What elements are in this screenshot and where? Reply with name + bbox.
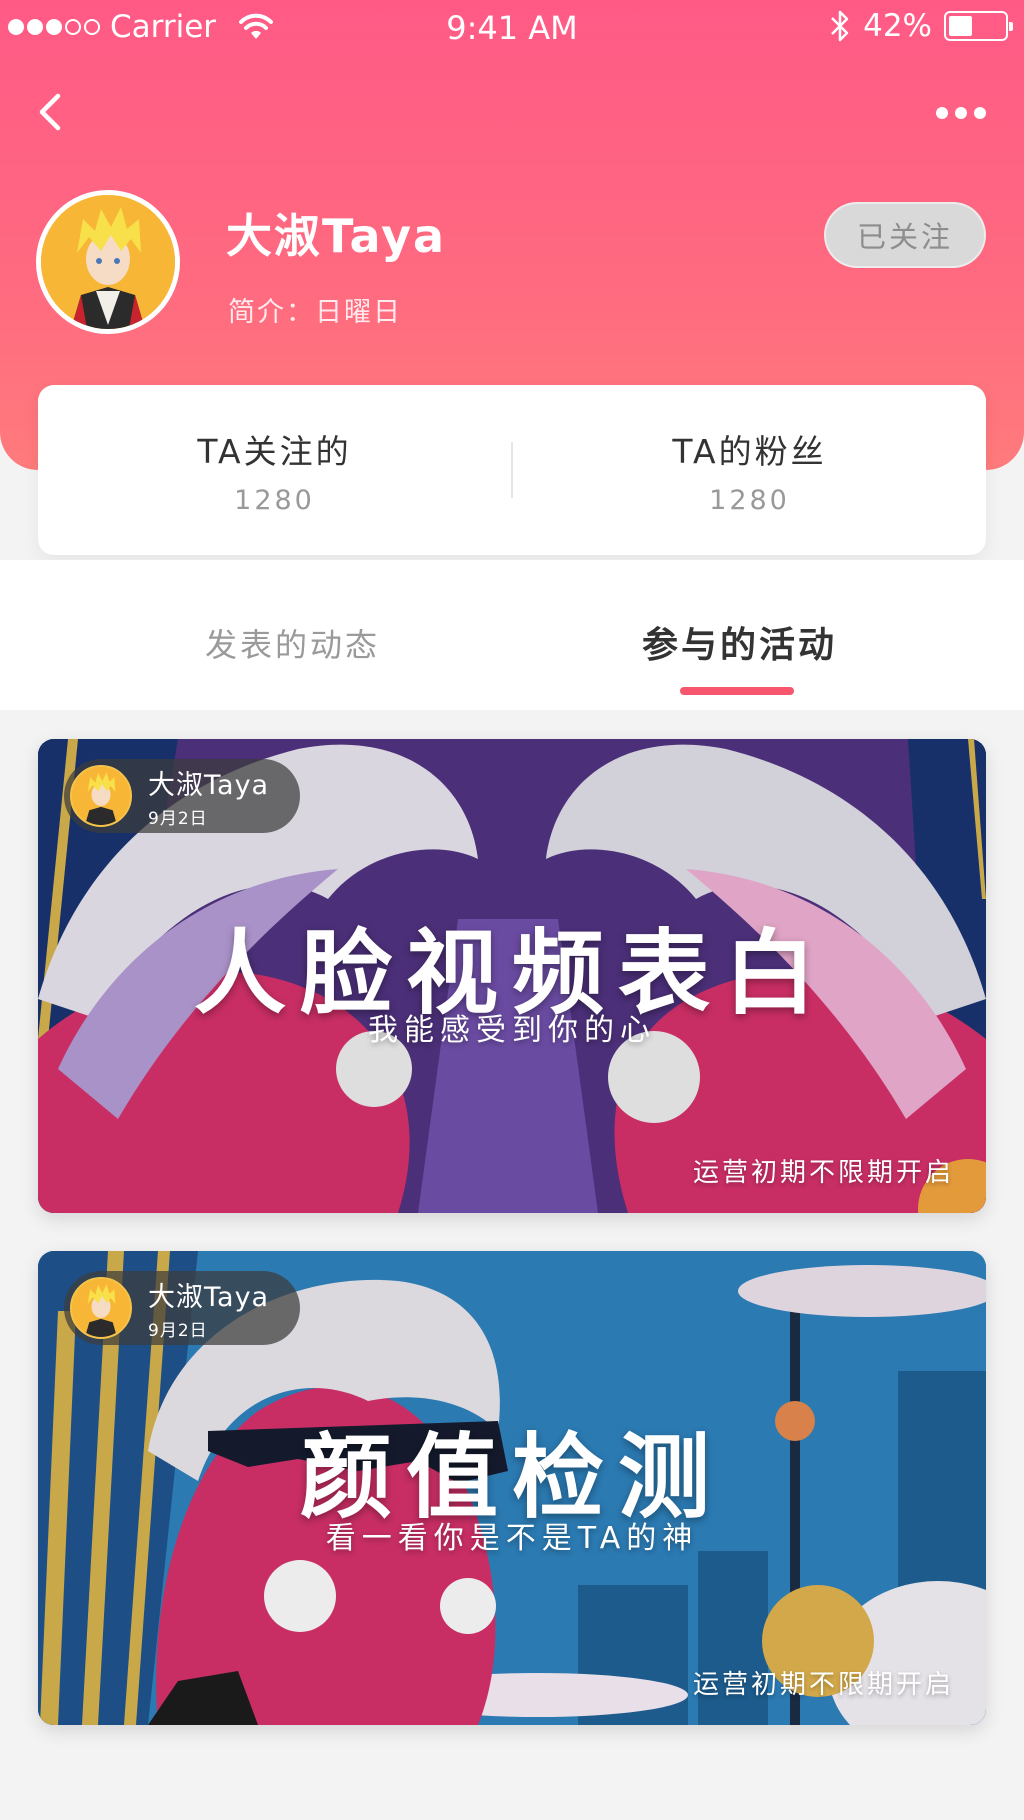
- more-button[interactable]: [936, 98, 988, 128]
- activity-subtitle: 我能感受到你的心: [368, 1013, 656, 1048]
- post-date: 9月2日: [148, 1321, 208, 1341]
- author-name: 大淑Taya: [148, 770, 270, 801]
- chevron-left-icon: [39, 93, 61, 131]
- activity-card[interactable]: 大淑Taya 9月2日 人脸视频表白 我能感受到你的心 运营初期不限期开启: [38, 739, 986, 1213]
- avatar[interactable]: [36, 190, 180, 334]
- status-right: 42%: [829, 8, 1013, 44]
- battery-icon: [944, 11, 1013, 41]
- stat-following[interactable]: TA关注的 1280: [38, 425, 511, 516]
- stat-followers[interactable]: TA的粉丝 1280: [513, 425, 986, 516]
- activity-status: 运营初期不限期开启: [692, 1158, 954, 1188]
- tab-activities[interactable]: 参与的活动: [642, 616, 837, 668]
- tab-active-indicator: [680, 687, 794, 695]
- author-pill[interactable]: 大淑Taya 9月2日: [64, 759, 300, 833]
- stat-value: 1280: [709, 484, 790, 516]
- author-pill[interactable]: 大淑Taya 9月2日: [64, 1271, 300, 1345]
- status-bar: Carrier 9:41 AM 42%: [0, 0, 1024, 56]
- bluetooth-icon: [831, 10, 849, 42]
- user-bio: 简介：日曜日: [228, 297, 402, 328]
- back-button[interactable]: [30, 90, 74, 134]
- author-avatar: [70, 765, 132, 827]
- tab-posts[interactable]: 发表的动态: [205, 620, 380, 666]
- battery-percent: 42%: [863, 8, 932, 44]
- user-name: 大淑Taya: [226, 209, 447, 263]
- stat-label: TA的粉丝: [672, 431, 827, 471]
- activity-subtitle: 看一看你是不是TA的神: [325, 1521, 699, 1556]
- activity-status: 运营初期不限期开启: [692, 1670, 954, 1700]
- tab-bar: 发表的动态 参与的活动: [0, 560, 1024, 710]
- battery-fill: [949, 16, 972, 36]
- avatar-illustration: [41, 195, 175, 329]
- stat-label: TA关注的: [197, 431, 352, 471]
- stats-card: TA关注的 1280 TA的粉丝 1280: [38, 385, 986, 555]
- author-name: 大淑Taya: [148, 1282, 270, 1313]
- post-date: 9月2日: [148, 809, 208, 829]
- stat-value: 1280: [234, 484, 315, 516]
- follow-button[interactable]: 已关注: [824, 202, 986, 268]
- author-avatar: [70, 1277, 132, 1339]
- more-horizontal-icon: [936, 107, 948, 119]
- activity-card[interactable]: 大淑Taya 9月2日 颜值检测 看一看你是不是TA的神 运营初期不限期开启: [38, 1251, 986, 1725]
